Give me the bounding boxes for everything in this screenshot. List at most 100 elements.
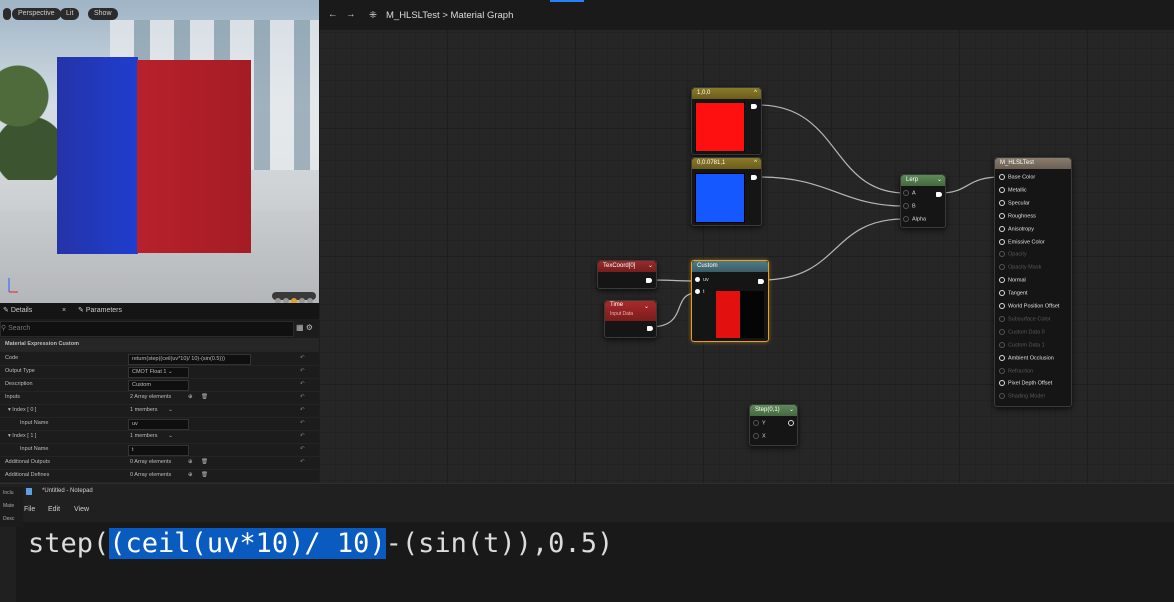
pin-dot-icon: [999, 212, 1005, 219]
pin-label: Ambient Occlusion: [1008, 355, 1054, 362]
output-pin[interactable]: [758, 279, 764, 284]
material-pin-world-position-offset[interactable]: World Position Offset: [999, 303, 1059, 309]
output-pin[interactable]: [751, 175, 757, 180]
pin-label: uv: [703, 277, 709, 283]
pin-dot-icon: [999, 225, 1005, 232]
material-pin-pixel-depth-offset[interactable]: Pixel Depth Offset: [999, 380, 1052, 387]
pin-dot-icon: [999, 264, 1005, 271]
pin-label: X: [762, 433, 766, 440]
pin-dot-icon: [999, 393, 1005, 400]
node-time[interactable]: Time Input Data ⌄: [604, 300, 657, 338]
node-title: Step(0,1): [755, 407, 780, 413]
pin-dot-icon: [999, 303, 1005, 309]
pin-alpha[interactable]: Alpha: [903, 216, 926, 222]
pin-label: Normal: [1008, 277, 1026, 284]
pin-dot-icon: [999, 290, 1005, 297]
material-pin-metallic[interactable]: Metallic: [999, 186, 1027, 194]
node-constant-red[interactable]: 1,0,0 ^: [691, 87, 762, 155]
color-swatch-blue: [695, 173, 745, 223]
material-pin-specular[interactable]: Specular: [999, 199, 1030, 207]
collapse-icon[interactable]: ^: [754, 158, 757, 169]
output-pin[interactable]: [646, 278, 652, 283]
material-pin-emissive-color[interactable]: Emissive Color: [999, 238, 1045, 245]
collapse-icon[interactable]: ⌄: [937, 175, 942, 186]
pin-label: Specular: [1008, 200, 1030, 207]
pin-label: Emissive Color: [1008, 238, 1045, 245]
pin-label: Shading Model: [1008, 393, 1045, 400]
pin-label: Tangent: [1008, 290, 1028, 297]
collapse-icon[interactable]: ⌄: [789, 405, 794, 416]
node-title: TexCoord[0]: [603, 263, 636, 269]
pin-t[interactable]: t: [695, 289, 705, 295]
material-pin-normal[interactable]: Normal: [999, 277, 1026, 284]
output-pin[interactable]: [751, 104, 757, 109]
output-pin[interactable]: [788, 420, 797, 426]
output-pin[interactable]: [936, 192, 942, 197]
node-header: 1,0,0 ^: [692, 88, 761, 99]
pin-label: Refraction: [1008, 367, 1034, 374]
material-pin-ambient-occlusion[interactable]: Ambient Occlusion: [999, 354, 1054, 362]
pin-b[interactable]: B: [903, 203, 916, 209]
pin-dot-icon: [999, 367, 1005, 374]
code-before: step(: [28, 528, 110, 559]
material-pin-shading-model[interactable]: Shading Model: [999, 393, 1045, 400]
color-swatch-red: [695, 102, 745, 152]
preview-black: [740, 291, 764, 338]
pin-x[interactable]: X: [753, 433, 766, 439]
node-subtitle: Input Data: [610, 311, 634, 317]
node-header: M_HLSLTest: [995, 158, 1071, 169]
node-title: Custom: [697, 263, 718, 269]
pin-label: A: [912, 190, 916, 197]
pin-label: Base Color: [1008, 174, 1036, 181]
pin-label: Metallic: [1008, 187, 1027, 194]
pin-label: Roughness: [1008, 213, 1036, 220]
pin-dot-icon: [999, 238, 1005, 245]
node-constant-blue[interactable]: 0,0.0781,1 ^: [691, 157, 762, 226]
pin-uv[interactable]: uv: [695, 277, 709, 283]
material-pin-refraction[interactable]: Refraction: [999, 367, 1034, 374]
pin-label: t: [703, 289, 705, 295]
node-title: M_HLSLTest: [1000, 160, 1034, 166]
node-title: Time: [610, 302, 624, 308]
material-pin-anisotropy[interactable]: Anisotropy: [999, 225, 1034, 232]
pin-dot-icon: [999, 315, 1005, 322]
notepad-icon: [26, 488, 32, 495]
pin-label: Custom Data 0: [1008, 329, 1045, 336]
pin-dot-icon: [999, 186, 1005, 193]
material-pin-custom-data-1[interactable]: Custom Data 1: [999, 341, 1045, 349]
material-pin-tangent[interactable]: Tangent: [999, 290, 1028, 297]
collapse-icon[interactable]: ⌄: [644, 303, 649, 310]
pin-label: Custom Data 1: [1008, 342, 1045, 349]
pin-a[interactable]: A: [903, 190, 916, 196]
material-pin-base-color[interactable]: Base Color: [999, 174, 1035, 180]
pin-y[interactable]: Y: [753, 420, 766, 426]
material-pin-roughness[interactable]: Roughness: [999, 212, 1036, 220]
menu-file[interactable]: File: [24, 506, 35, 513]
collapse-icon[interactable]: ^: [754, 88, 757, 99]
code-after: -(sin(t)),0.5): [385, 528, 614, 559]
collapse-icon[interactable]: ⌄: [648, 261, 653, 272]
code-selection[interactable]: (ceil(uv*10)/ 10): [109, 528, 386, 559]
pin-label: World Position Offset: [1008, 303, 1060, 310]
node-texcoord[interactable]: TexCoord[0] ⌄: [597, 260, 657, 289]
node-material-output[interactable]: M_HLSLTest Base Color Metallic Specular Rou…: [994, 157, 1072, 407]
material-pin-custom-data-0[interactable]: Custom Data 0: [999, 328, 1045, 336]
node-lerp[interactable]: Lerp ⌄ A B Alpha: [900, 174, 946, 228]
material-pin-subsurface-color[interactable]: Subsurface Color: [999, 315, 1051, 322]
pin-label: B: [912, 203, 916, 210]
menu-view[interactable]: View: [74, 506, 89, 513]
pin-dot-icon: [999, 328, 1005, 335]
window-title: *Untitled - Notepad: [42, 488, 93, 494]
node-header: Custom: [692, 261, 768, 272]
output-pin[interactable]: [647, 326, 653, 331]
pin-dot-icon: [999, 354, 1005, 361]
material-pin-opacity-mask[interactable]: Opacity Mask: [999, 264, 1042, 271]
material-pin-opacity[interactable]: Opacity: [999, 251, 1027, 258]
details-panel-overflow: Inclu Mate Desc: [0, 487, 23, 527]
menu-edit[interactable]: Edit: [48, 506, 60, 513]
node-custom[interactable]: Custom uv t: [691, 260, 769, 342]
node-step[interactable]: Step(0,1) ⌄ Y X: [749, 404, 798, 446]
node-title: Lerp: [906, 177, 919, 183]
editor-text[interactable]: step((ceil(uv*10)/ 10)-(sin(t)),0.5): [28, 528, 613, 559]
pin-label: Opacity Mask: [1008, 264, 1042, 271]
